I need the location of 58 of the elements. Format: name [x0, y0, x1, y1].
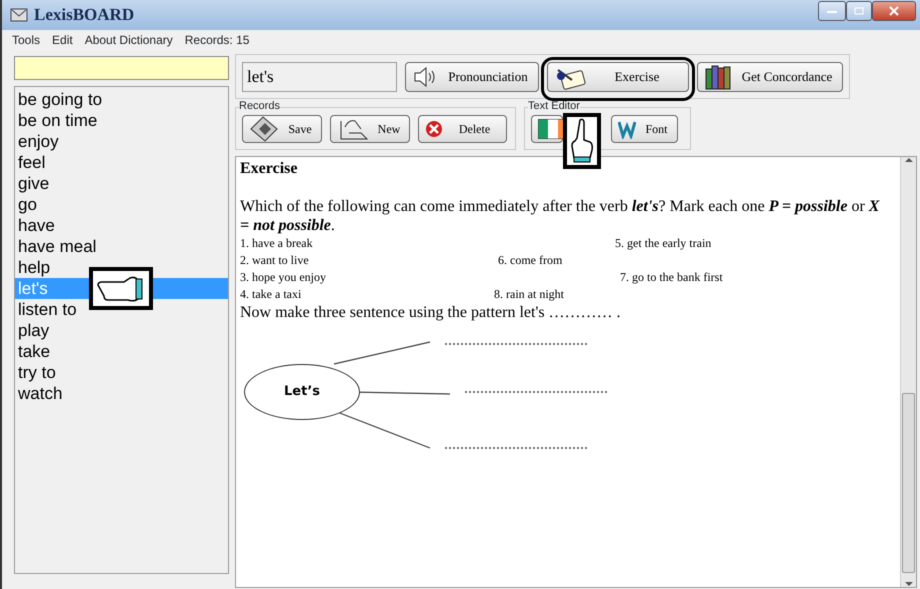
books-icon: [704, 63, 732, 91]
minimize-icon: [827, 8, 837, 14]
exercise-item: 8. rain at night: [494, 286, 564, 303]
list-item[interactable]: enjoy: [18, 132, 59, 151]
delete-icon: [425, 120, 443, 138]
exercise-item: 5. get the early train: [615, 235, 712, 252]
list-item[interactable]: give: [18, 174, 50, 193]
records-count: Records: 15: [184, 32, 250, 49]
fill-in-line[interactable]: [445, 446, 587, 449]
close-button[interactable]: [872, 1, 916, 21]
exercise-item: 7. go to the bank first: [620, 269, 723, 286]
scroll-thumb[interactable]: [902, 393, 915, 573]
question-text: Which of the following can come immediately after the verb let's? Mark each one P = possible or X = not possible.: [240, 197, 881, 235]
toolbar-button[interactable]: Pronounciation: [405, 62, 539, 92]
fill-in-line[interactable]: [465, 390, 607, 393]
pointing-hand-icon: [569, 118, 595, 164]
font-icon: [618, 119, 636, 139]
toolbar-button[interactable]: New: [330, 115, 410, 143]
exercise-item: 3. hope you enjoy: [240, 269, 327, 286]
list-item[interactable]: take: [18, 342, 50, 361]
list-item[interactable]: be on time: [18, 111, 98, 130]
exercise-item: 6. come from: [498, 252, 562, 269]
list-item[interactable]: have: [18, 216, 55, 235]
ellipse-label: Let’s: [284, 383, 320, 402]
list-item[interactable]: try to: [18, 363, 56, 382]
exercise-item: 4. take a taxi: [240, 286, 302, 303]
toolbar-button[interactable]: Font: [611, 115, 678, 143]
minimize-button[interactable]: [818, 1, 846, 21]
scroll-down-icon: [904, 581, 912, 587]
list-item[interactable]: go: [18, 195, 37, 214]
list-item[interactable]: listen to: [18, 300, 77, 319]
app-icon: [10, 7, 28, 23]
toolbar-button[interactable]: Exercise: [547, 62, 689, 92]
toolbar-button[interactable]: Delete: [418, 115, 507, 143]
search-field[interactable]: [14, 56, 229, 80]
color-button[interactable]: [531, 115, 563, 143]
word-field[interactable]: let's: [242, 62, 397, 92]
window-title: LexisBOARD: [34, 4, 134, 26]
menu-item[interactable]: Edit: [52, 30, 73, 50]
list-item[interactable]: watch: [18, 384, 62, 403]
fill-in-line[interactable]: [445, 342, 587, 345]
list-item[interactable]: play: [18, 321, 50, 340]
maximize-button[interactable]: [846, 1, 872, 21]
list-item[interactable]: feel: [18, 153, 46, 172]
instruction-text: Now make three sentence using the pattern let's ………… .: [240, 303, 622, 322]
maximize-icon: [854, 7, 864, 16]
list-item[interactable]: help: [18, 258, 50, 277]
scroll-up-icon: [904, 157, 912, 163]
list-item[interactable]: have meal: [18, 237, 96, 256]
menu-item[interactable]: Tools: [12, 30, 40, 50]
exercise-item: 1. have a break: [240, 235, 314, 252]
list-item[interactable]: be going to: [18, 90, 102, 109]
close-icon: [889, 6, 899, 16]
toolbar-button[interactable]: Save: [242, 115, 322, 143]
menu-item[interactable]: About Dictionary: [84, 30, 173, 50]
exercise-item: 2. want to live: [240, 252, 310, 269]
toolbar-button[interactable]: Get Concordance: [697, 62, 843, 92]
exercise-heading: Exercise: [240, 159, 298, 179]
